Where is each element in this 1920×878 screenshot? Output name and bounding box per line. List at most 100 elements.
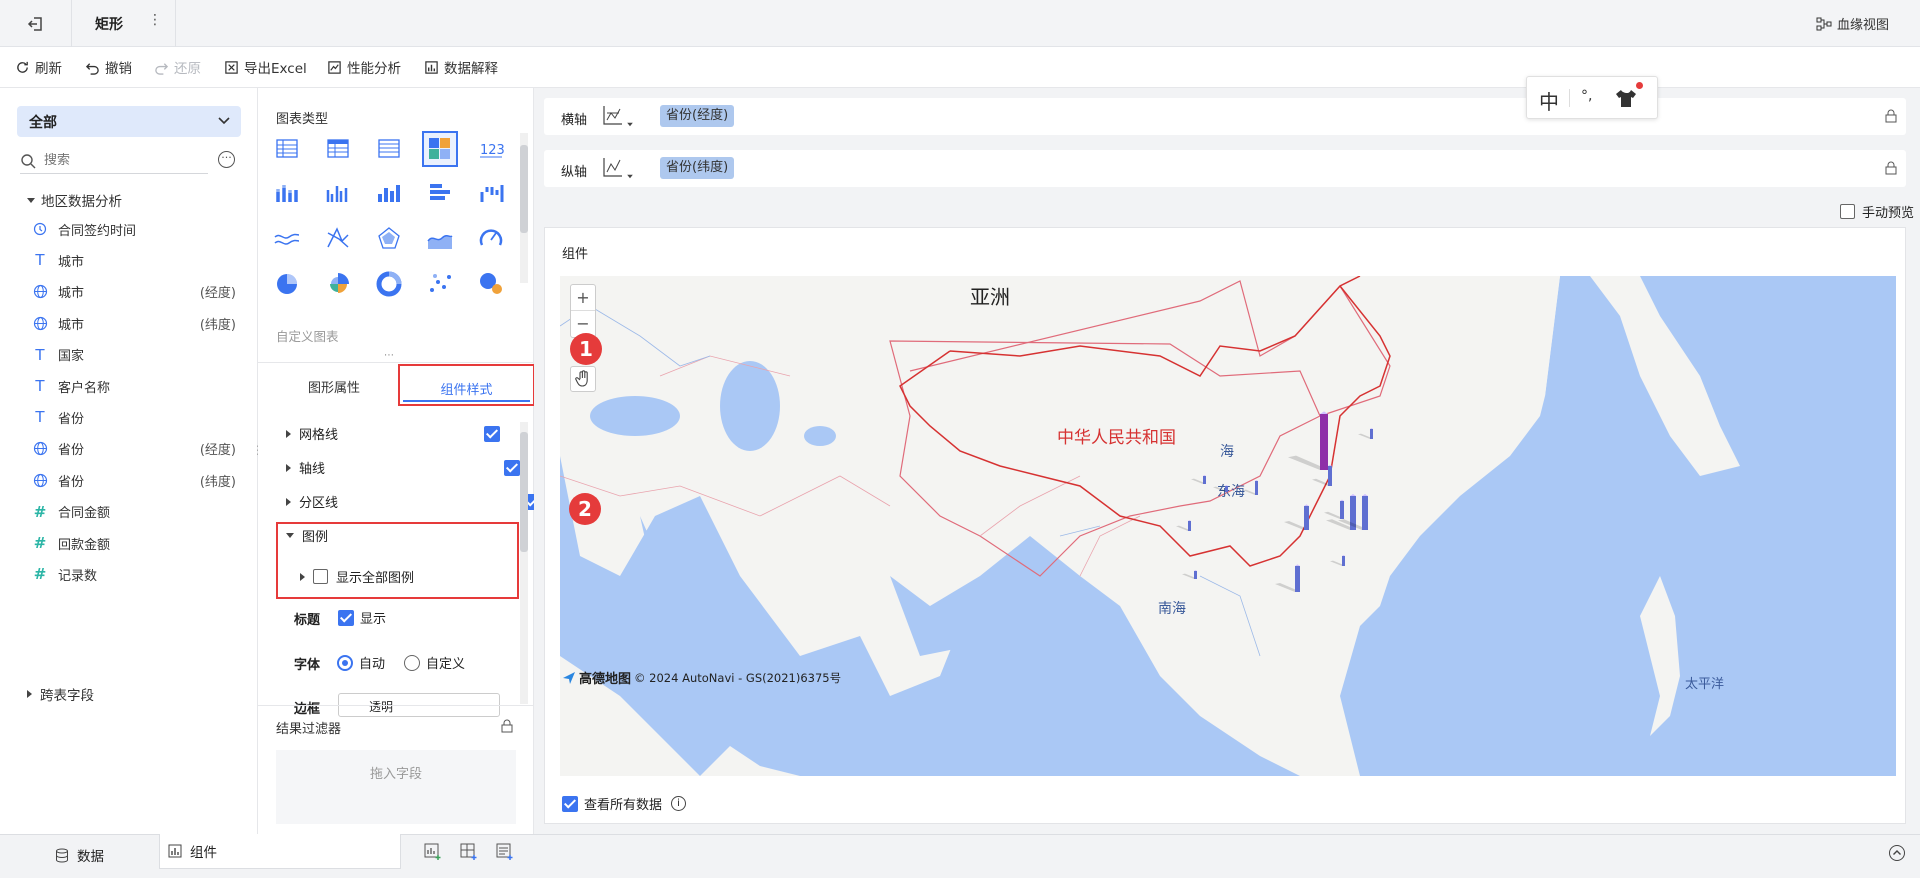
x-axis-shelf[interactable]: 横轴 省份(经度) [544, 98, 1906, 135]
filter-drop-zone[interactable]: 拖入字段 [276, 750, 516, 824]
waterfall-icon[interactable] [475, 178, 507, 210]
legend-row[interactable]: 图例 [286, 526, 328, 545]
refresh-button[interactable]: 刷新 [15, 56, 62, 78]
field-item[interactable]: 城市 (纬度) [30, 311, 240, 335]
field-item[interactable]: T 客户名称 [30, 374, 240, 398]
kpi-number-icon[interactable]: 123 [475, 133, 507, 165]
add-component-icon[interactable] [424, 843, 442, 861]
x-axis-icon[interactable] [602, 104, 624, 128]
more-options-icon[interactable]: ⋮ [148, 12, 162, 28]
map-bar[interactable] [1225, 486, 1228, 492]
map-bar[interactable] [1320, 414, 1328, 470]
y-axis-shelf[interactable]: 纵轴 省份(纬度) [544, 150, 1906, 187]
field-item[interactable]: # 合同金额 [30, 500, 240, 524]
exit-button[interactable] [0, 0, 72, 47]
x-axis-field-pill[interactable]: 省份(经度) [660, 105, 735, 127]
donut-chart-icon[interactable] [373, 268, 405, 300]
ime-chinese-mode[interactable]: 中 [1539, 86, 1559, 115]
font-custom-radio[interactable]: 自定义 [404, 653, 465, 672]
map-canvas[interactable]: 亚洲 中华人民共和国 海 东海 南海 太平洋 [560, 276, 1896, 776]
title-show-option[interactable]: 显示 [338, 608, 386, 627]
map-bar[interactable] [1295, 566, 1300, 592]
export-excel-button[interactable]: 导出Excel [224, 56, 307, 78]
style-scrollbar[interactable] [520, 422, 528, 704]
field-item[interactable]: T 省份 [30, 405, 240, 429]
manual-preview-option[interactable]: 手动预览 [1840, 202, 1914, 221]
view-all-data-option[interactable]: 查看所有数据 i [562, 794, 687, 813]
y-axis-field-pill[interactable]: 省份(纬度) [660, 157, 735, 179]
map-bar[interactable] [1328, 466, 1332, 486]
add-dashboard-icon[interactable] [460, 843, 478, 861]
title-show-checkbox[interactable] [338, 609, 354, 626]
zoom-in-button[interactable]: + [571, 285, 595, 311]
area-chart-icon[interactable] [424, 223, 456, 255]
map-bar[interactable] [1340, 501, 1344, 519]
ime-toolbar[interactable]: 中 °, [1526, 76, 1658, 119]
gauge-icon[interactable] [475, 223, 507, 255]
show-all-legend-row[interactable]: 显示全部图例 [300, 567, 414, 586]
polar-icon[interactable] [373, 223, 405, 255]
undo-button[interactable]: 撤销 [85, 56, 132, 78]
tab-graph-properties[interactable]: 图形属性 [308, 377, 360, 396]
grouped-table-icon[interactable] [271, 133, 303, 165]
redo-button[interactable]: 还原 [154, 56, 201, 78]
more-icon[interactable]: ··· [218, 151, 235, 168]
y-axis-icon[interactable] [602, 156, 624, 180]
map-view[interactable]: 亚洲 中华人民共和国 海 东海 南海 太平洋 + − 1 2 高德地图 © 20… [560, 276, 1896, 776]
search-input[interactable] [44, 153, 194, 168]
line-chart-icon[interactable] [271, 223, 303, 255]
ime-punctuation-icon[interactable]: °, [1581, 88, 1592, 104]
bar-chart-icon[interactable] [424, 178, 456, 210]
ime-skin-icon[interactable] [1615, 88, 1637, 108]
field-item[interactable]: 城市 (经度) [30, 280, 240, 304]
tab-component-style-highlight[interactable]: 组件样式 [398, 364, 535, 406]
info-icon[interactable]: i [671, 796, 687, 811]
view-all-data-checkbox[interactable] [562, 795, 578, 812]
chart-type-scrollbar[interactable] [520, 133, 528, 283]
column-chart-icon[interactable] [373, 178, 405, 210]
group-region-analysis[interactable]: 地区数据分析 [27, 190, 122, 210]
map-bar[interactable] [1194, 571, 1197, 579]
search-box[interactable] [20, 148, 208, 174]
drag-handle-icon[interactable]: ⋯ [384, 350, 395, 361]
map-bar[interactable] [1255, 481, 1258, 495]
map-bar[interactable] [1342, 556, 1345, 566]
manual-preview-checkbox[interactable] [1840, 204, 1855, 219]
detail-table-icon[interactable] [373, 133, 405, 165]
lock-icon[interactable] [1884, 109, 1898, 123]
divider-row[interactable]: 分区线 [286, 492, 338, 511]
scatter-plot-icon[interactable] [424, 268, 456, 300]
map-bar[interactable] [1203, 476, 1206, 484]
map-bar[interactable] [1304, 506, 1309, 530]
field-item[interactable]: 省份 (纬度) [30, 468, 240, 492]
gridline-row[interactable]: 网格线 [286, 424, 338, 443]
stacked-column-icon[interactable] [271, 178, 303, 210]
field-item[interactable]: T 国家 [30, 343, 240, 367]
data-explain-button[interactable]: 数据解释 [424, 56, 498, 78]
lock-icon[interactable] [500, 719, 514, 733]
field-item[interactable]: 省份 (经度) [30, 437, 240, 461]
field-item[interactable]: T 城市 [30, 248, 240, 272]
cross-table-icon[interactable] [322, 133, 354, 165]
rectangle-treemap-icon[interactable] [422, 131, 458, 167]
field-item[interactable]: # 回款金额 [30, 531, 240, 555]
group-cross-table[interactable]: 跨表字段 [27, 684, 94, 704]
radar-icon[interactable] [322, 223, 354, 255]
collapse-up-icon[interactable] [1888, 844, 1906, 862]
tab-component-style[interactable]: 组件样式 [400, 379, 533, 398]
axis-row[interactable]: 轴线 [286, 458, 325, 477]
field-item[interactable]: 合同签约时间 [30, 217, 240, 241]
tab-data[interactable]: 数据 [55, 845, 104, 865]
axis-checkbox[interactable] [504, 460, 521, 476]
show-all-legend-checkbox[interactable] [313, 569, 328, 584]
map-bar[interactable] [1188, 521, 1191, 531]
add-report-icon[interactable] [496, 843, 514, 861]
rose-chart-icon[interactable] [322, 268, 354, 300]
performance-analysis-button[interactable]: 性能分析 [327, 56, 401, 78]
field-item[interactable]: # 记录数 [30, 562, 240, 586]
lineage-view-button[interactable]: 血缘视图 [1816, 14, 1889, 33]
pie-chart-icon[interactable] [271, 268, 303, 300]
dataset-dropdown[interactable]: 全部 [17, 106, 241, 137]
map-bar[interactable] [1362, 496, 1368, 530]
pan-hand-button[interactable] [570, 366, 596, 392]
